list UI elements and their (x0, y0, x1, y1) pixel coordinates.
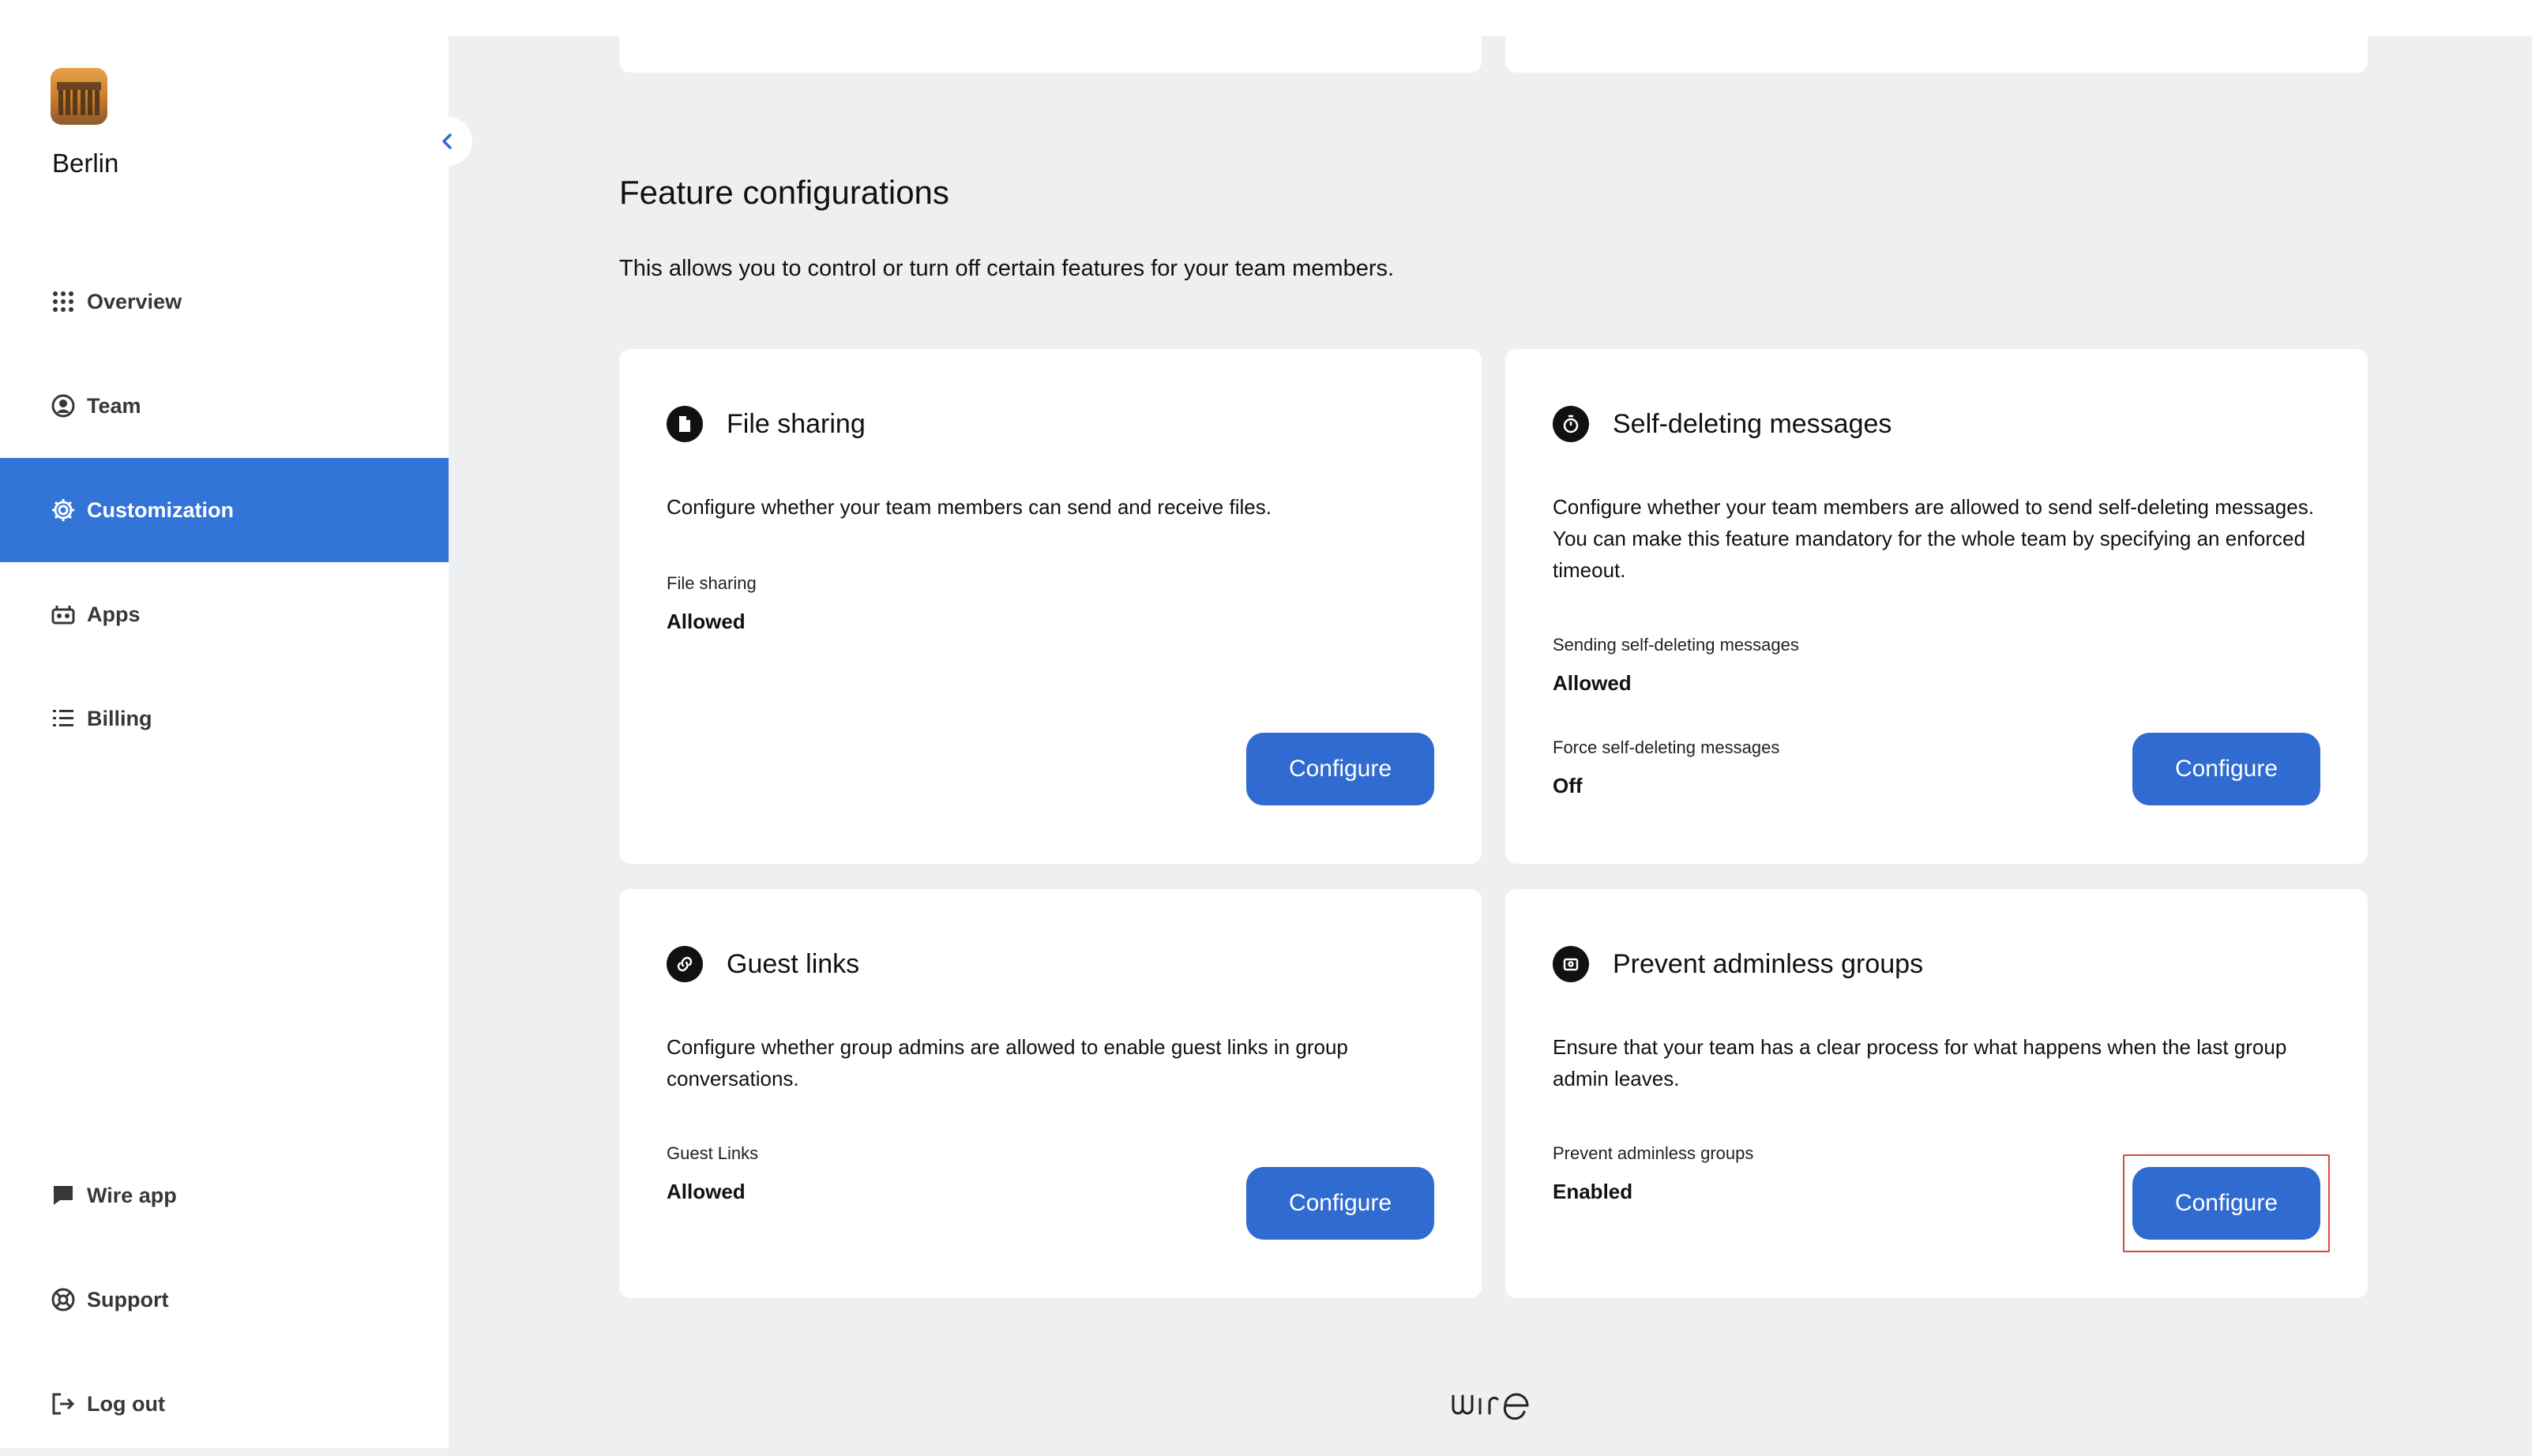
page-description: This allows you to control or turn off c… (619, 256, 1395, 281)
team-name: Berlin (52, 148, 119, 178)
list-icon (51, 706, 76, 731)
sidebar-item-wire-app[interactable]: Wire app (0, 1143, 449, 1248)
card-description: Configure whether your team members are … (1553, 495, 2314, 582)
sidebar: Berlin Overview Team Customization Apps … (0, 0, 449, 1448)
card-file-sharing: File sharing Configure whether your team… (619, 349, 1482, 864)
field-label: Guest Links (667, 1143, 759, 1163)
configure-self-deleting-button[interactable]: Configure (2132, 733, 2320, 805)
sidebar-item-billing[interactable]: Billing (0, 666, 449, 771)
field-value: Allowed (667, 1180, 746, 1203)
field-label: Force self-deleting messages (1553, 737, 1780, 757)
card-title: Prevent adminless groups (1613, 948, 1924, 979)
card-title: Guest links (727, 948, 860, 979)
card-header: Self-deleting messages (1553, 406, 1891, 442)
field-value: Enabled (1553, 1180, 1633, 1203)
chat-bubble-icon (51, 1183, 76, 1208)
card-guest-links: Guest links Configure whether group admi… (619, 889, 1482, 1298)
card-partial-right (1505, 0, 2368, 73)
sidebar-item-label: Team (87, 393, 141, 418)
card-self-deleting-messages: Self-deleting messages Configure whether… (1505, 349, 2368, 864)
file-icon (667, 406, 703, 442)
card-header: File sharing (667, 406, 866, 442)
sidebar-item-label: Log out (87, 1391, 165, 1416)
sidebar-item-label: Apps (87, 602, 141, 626)
logout-icon (51, 1391, 76, 1417)
card-partial-left (619, 0, 1482, 73)
field-label: File sharing (667, 573, 757, 593)
sidebar-item-label: Support (87, 1287, 169, 1312)
sidebar-item-label: Billing (87, 706, 152, 730)
team-logo (51, 68, 107, 125)
card-title: Self-deleting messages (1613, 408, 1892, 439)
sidebar-item-team[interactable]: Team (0, 354, 449, 458)
field-value: Allowed (1553, 671, 1632, 695)
sidebar-item-label: Wire app (87, 1183, 177, 1207)
sidebar-item-log-out[interactable]: Log out (0, 1352, 449, 1456)
grid-icon (51, 289, 76, 314)
sidebar-item-overview[interactable]: Overview (0, 250, 449, 354)
card-description: Ensure that your team has a clear proces… (1553, 1035, 2287, 1090)
field-label: Sending self-deleting messages (1553, 635, 1799, 655)
configure-file-sharing-button[interactable]: Configure (1246, 733, 1434, 805)
collapse-sidebar-button[interactable] (423, 117, 472, 166)
card-header: Guest links (667, 946, 859, 982)
sidebar-item-customization[interactable]: Customization (0, 458, 449, 562)
user-circle-icon (51, 393, 76, 418)
sidebar-item-support[interactable]: Support (0, 1248, 449, 1352)
timer-icon (1553, 406, 1589, 442)
highlight-box (2123, 1154, 2330, 1252)
lifebuoy-icon (51, 1287, 76, 1312)
admin-shield-icon (1553, 946, 1589, 982)
gear-icon (51, 497, 76, 523)
field-value: Off (1553, 774, 1583, 797)
page-title: Feature configurations (619, 174, 949, 211)
configure-guest-links-button[interactable]: Configure (1246, 1167, 1434, 1240)
card-header: Prevent adminless groups (1553, 946, 1923, 982)
wire-logo (1452, 1393, 1529, 1420)
apps-icon (51, 602, 76, 627)
sidebar-item-apps[interactable]: Apps (0, 562, 449, 666)
card-title: File sharing (727, 408, 866, 439)
link-icon (667, 946, 703, 982)
chevron-left-icon (442, 133, 452, 149)
field-value: Allowed (667, 610, 746, 633)
sidebar-item-label: Customization (87, 497, 234, 522)
card-description: Configure whether your team members can … (667, 495, 1272, 519)
field-label: Prevent adminless groups (1553, 1143, 1754, 1163)
sidebar-item-label: Overview (87, 289, 182, 313)
card-description: Configure whether group admins are allow… (667, 1035, 1348, 1090)
